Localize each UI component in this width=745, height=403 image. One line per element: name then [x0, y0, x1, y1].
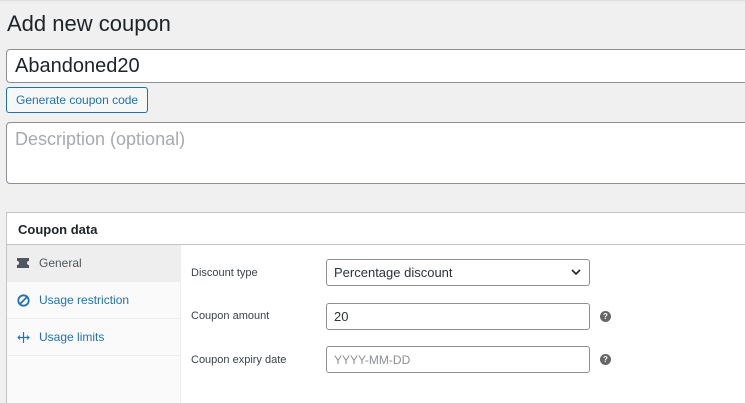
description-textarea[interactable] [6, 122, 745, 184]
limits-icon [16, 330, 30, 344]
discount-type-selected: Percentage discount [334, 265, 453, 280]
discount-type-row: Discount type Percentage discount [181, 259, 745, 287]
chevron-down-icon [571, 269, 581, 276]
general-fields: Discount type Percentage discount Coupon… [181, 245, 745, 403]
tab-general[interactable]: General [7, 245, 180, 282]
discount-type-select[interactable]: Percentage discount [326, 259, 590, 286]
coupon-data-panel: Coupon data General Usage restriction Us… [6, 212, 745, 403]
tab-usage-restriction[interactable]: Usage restriction [7, 282, 180, 319]
coupon-data-tabs: General Usage restriction Usage limits [7, 245, 181, 403]
coupon-amount-label: Coupon amount [191, 310, 270, 322]
page-title: Add new coupon [7, 11, 171, 36]
coupon-amount-input[interactable] [326, 303, 590, 330]
expiry-date-row: Coupon expiry date ? [181, 346, 745, 374]
tab-usage-limits[interactable]: Usage limits [7, 319, 180, 356]
help-icon[interactable]: ? [600, 354, 611, 365]
tab-usage-limits-label: Usage limits [39, 330, 105, 344]
coupon-amount-row: Coupon amount ? [181, 303, 745, 331]
block-icon [16, 293, 30, 307]
discount-type-label: Discount type [191, 267, 258, 279]
edit-coupon-page: Add new coupon Generate coupon code Coup… [0, 0, 745, 403]
ticket-icon [16, 256, 30, 270]
top-edge [0, 0, 745, 2]
help-icon[interactable]: ? [600, 311, 611, 322]
tab-usage-restriction-label: Usage restriction [39, 293, 130, 307]
tab-general-label: General [39, 256, 82, 270]
coupon-code-input[interactable] [6, 49, 745, 83]
coupon-expiry-date-input[interactable] [326, 346, 590, 373]
coupon-data-header: Coupon data [7, 213, 745, 245]
coupon-expiry-date-label: Coupon expiry date [191, 354, 287, 366]
generate-coupon-code-button[interactable]: Generate coupon code [6, 87, 149, 113]
